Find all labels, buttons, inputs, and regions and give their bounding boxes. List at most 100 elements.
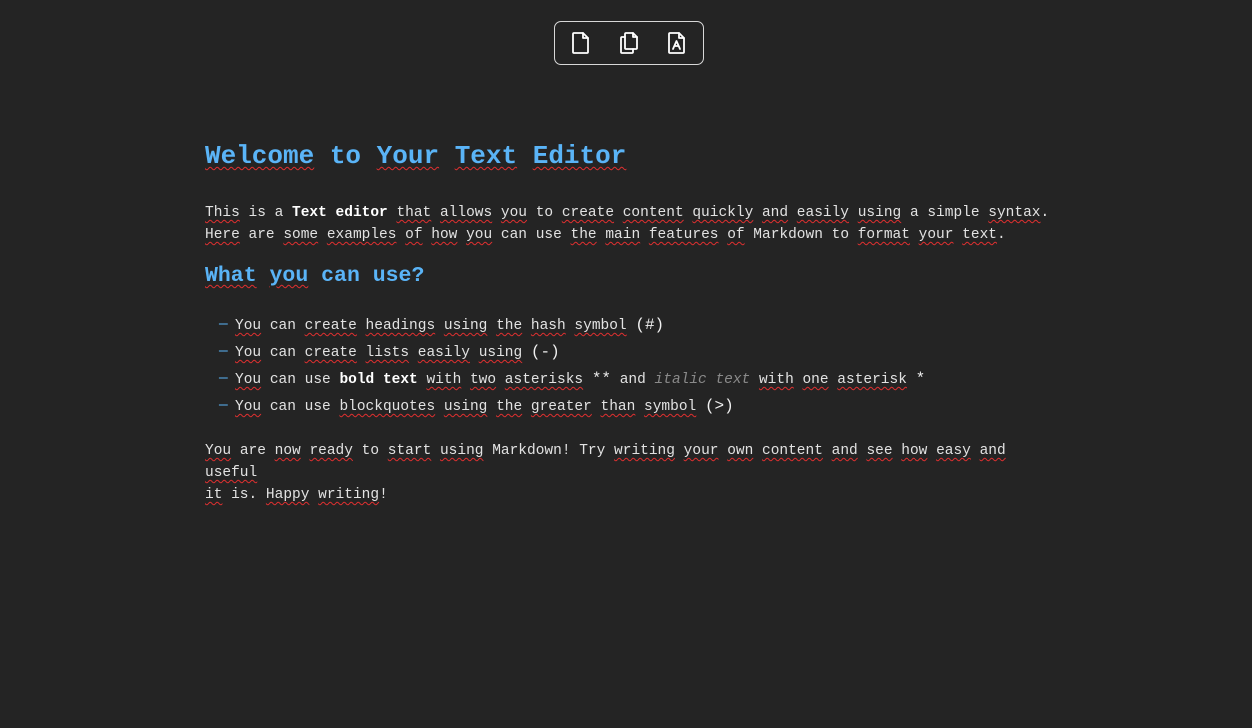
word: you	[466, 227, 493, 243]
word: hash	[530, 318, 566, 334]
feature-list: — You can create headings using the hash …	[205, 312, 1065, 420]
word: your	[683, 443, 719, 459]
list-bullet: —	[219, 317, 228, 333]
word: than	[600, 399, 636, 415]
word: of	[727, 227, 745, 243]
word: blockquotes	[339, 399, 436, 415]
word: that	[396, 205, 432, 221]
word: can	[269, 318, 296, 334]
word: with	[426, 372, 462, 388]
copy-document-button[interactable]	[617, 30, 641, 56]
word: and	[831, 443, 858, 459]
word: to	[535, 205, 554, 221]
word: is a	[248, 205, 284, 221]
word: ready	[309, 443, 353, 459]
italic-text: italic text	[654, 372, 751, 388]
word: features	[648, 227, 719, 243]
section-heading: What you can use?	[205, 262, 1065, 290]
word: own	[727, 443, 754, 459]
word: to	[831, 227, 850, 243]
editor-content[interactable]: Welcome to Your Text Editor This is a Te…	[205, 140, 1065, 506]
word: symbol	[574, 318, 627, 334]
word: start	[387, 443, 432, 459]
document-title: Welcome to Your Text Editor	[205, 140, 1065, 172]
word: You	[235, 372, 262, 388]
new-document-button[interactable]	[569, 30, 593, 56]
word: headings	[365, 318, 436, 334]
punct: .	[996, 227, 1006, 243]
word: to	[361, 443, 380, 459]
word: easily	[417, 345, 470, 361]
word: the	[496, 399, 523, 415]
list-bullet: —	[219, 344, 228, 360]
punct: .	[1040, 205, 1050, 221]
word: asterisk	[837, 372, 907, 388]
word: a simple	[909, 205, 980, 221]
word: quickly	[692, 205, 754, 221]
word: you	[500, 205, 527, 221]
word: one	[802, 372, 829, 388]
word: You	[235, 345, 262, 361]
word: can	[269, 345, 296, 361]
title-word: Your	[376, 141, 440, 171]
word: how	[901, 443, 928, 459]
symbol-text: (>)	[704, 397, 734, 415]
title-word: Editor	[532, 141, 627, 171]
word: You	[205, 443, 232, 459]
list-bullet: —	[219, 371, 228, 387]
word: create	[304, 345, 357, 361]
word: writing	[318, 487, 380, 503]
word: You	[235, 318, 262, 334]
word: and	[979, 443, 1006, 459]
word: create	[561, 205, 615, 221]
word: is.	[231, 487, 258, 503]
bold-text: bold text	[339, 372, 418, 388]
word: some	[283, 227, 319, 243]
symbol-text: (-)	[530, 343, 560, 361]
copy-document-icon	[620, 32, 638, 54]
word: What	[205, 264, 257, 288]
list-item: — You can create headings using the hash …	[219, 312, 1065, 339]
list-item: — You can create lists easily using (-)	[219, 339, 1065, 366]
word: Happy	[265, 487, 310, 503]
word: your	[918, 227, 954, 243]
word: format	[857, 227, 910, 243]
bold-text: Text editor	[292, 205, 388, 221]
word: and	[619, 372, 646, 388]
export-pdf-button[interactable]	[665, 30, 689, 56]
symbol-text: *	[915, 370, 926, 388]
list-item: — You can use blockquotes using the great…	[219, 393, 1065, 420]
word: the	[570, 227, 597, 243]
list-item: — You can use bold text with two asterisk…	[219, 366, 1065, 393]
title-word: Text	[454, 141, 518, 171]
word: of	[405, 227, 423, 243]
word: text	[962, 227, 997, 243]
word: Here	[205, 227, 240, 243]
word: main	[605, 227, 641, 243]
word: see	[866, 443, 893, 459]
word: create	[304, 318, 357, 334]
word: allows	[439, 205, 493, 221]
toolbar	[554, 21, 704, 65]
word: Markdown	[492, 443, 562, 459]
list-bullet: —	[219, 398, 228, 414]
word: lists	[365, 345, 410, 361]
word: are	[248, 227, 275, 243]
punct: !	[379, 487, 388, 503]
closing-paragraph: You are now ready to start using Markdow…	[205, 440, 1065, 506]
word: using	[478, 345, 523, 361]
new-document-icon	[572, 32, 589, 54]
word: ! Try	[561, 443, 606, 459]
word: asterisks	[504, 372, 584, 388]
title-word: to	[329, 141, 362, 171]
word: easy	[936, 443, 971, 459]
word: can use	[500, 227, 562, 243]
word: can use	[269, 372, 331, 388]
word: now	[274, 443, 301, 459]
word: useful	[205, 465, 258, 481]
intro-paragraph: This is a Text editor that allows you to…	[205, 202, 1065, 246]
export-pdf-icon	[668, 32, 685, 54]
word: easily	[796, 205, 850, 221]
word: You	[235, 399, 262, 415]
word: greater	[530, 399, 592, 415]
